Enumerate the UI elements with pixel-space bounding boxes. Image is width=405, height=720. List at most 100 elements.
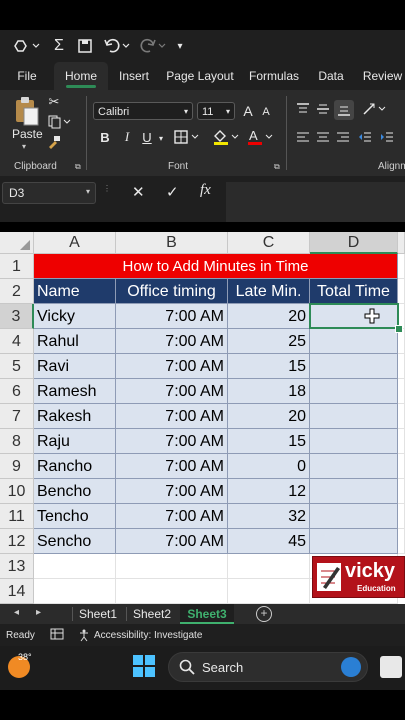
cell-b10[interactable]: 7:00 AM	[116, 479, 228, 504]
tab-data[interactable]: Data	[312, 62, 350, 90]
cell-e9[interactable]	[398, 454, 405, 479]
cell-d3[interactable]	[310, 304, 398, 329]
row-header-9[interactable]: 9	[0, 454, 34, 479]
row-header-7[interactable]: 7	[0, 404, 34, 429]
cell-a7[interactable]: Rakesh	[34, 404, 116, 429]
cell-a14[interactable]	[34, 579, 116, 604]
tab-file[interactable]: File	[8, 62, 46, 90]
undo-icon[interactable]	[102, 36, 132, 56]
cell-b8[interactable]: 7:00 AM	[116, 429, 228, 454]
cell-c11[interactable]: 32	[228, 504, 310, 529]
customize-icon[interactable]: ▾	[174, 36, 186, 56]
cell-b11[interactable]: 7:00 AM	[116, 504, 228, 529]
cell-b12[interactable]: 7:00 AM	[116, 529, 228, 554]
underline-button[interactable]: U	[139, 128, 155, 146]
column-header-b[interactable]: B	[116, 232, 228, 254]
align-right-icon[interactable]	[334, 128, 352, 146]
chevron-down-icon[interactable]: ▾	[156, 130, 166, 146]
grow-font-icon[interactable]: A	[240, 102, 256, 120]
row-header-6[interactable]: 6	[0, 379, 34, 404]
scroll-left-icon[interactable]: ◂	[14, 607, 19, 618]
cell-d12[interactable]	[310, 529, 398, 554]
italic-button[interactable]: I	[119, 128, 135, 146]
row-header-10[interactable]: 10	[0, 479, 34, 504]
cell-b6[interactable]: 7:00 AM	[116, 379, 228, 404]
orientation-icon[interactable]	[362, 100, 388, 118]
font-launcher-icon[interactable]: ⧉	[274, 162, 280, 172]
save-icon[interactable]	[76, 36, 94, 56]
formula-input[interactable]	[226, 182, 405, 222]
row-header-11[interactable]: 11	[0, 504, 34, 529]
header-cell-d[interactable]: Total Time	[310, 279, 398, 304]
paste-dropdown-icon[interactable]: ▾	[22, 142, 26, 151]
cell-b5[interactable]: 7:00 AM	[116, 354, 228, 379]
cell-d11[interactable]	[310, 504, 398, 529]
cell-a12[interactable]: Sencho	[34, 529, 116, 554]
cell-c4[interactable]: 25	[228, 329, 310, 354]
cell-b4[interactable]: 7:00 AM	[116, 329, 228, 354]
scroll-right-icon[interactable]: ▸	[36, 607, 41, 618]
cell-e5[interactable]	[398, 354, 405, 379]
align-middle-icon[interactable]	[314, 100, 332, 118]
cell-a10[interactable]: Bencho	[34, 479, 116, 504]
cell-a8[interactable]: Raju	[34, 429, 116, 454]
windows-start-icon[interactable]	[133, 655, 155, 677]
accessibility-icon[interactable]	[78, 628, 92, 645]
insert-function-icon[interactable]: fx	[200, 182, 211, 199]
copy-icon[interactable]	[46, 114, 72, 130]
clipboard-launcher-icon[interactable]: ⧉	[75, 162, 81, 172]
cell-b14[interactable]	[116, 579, 228, 604]
cell-a5[interactable]: Ravi	[34, 354, 116, 379]
decrease-indent-icon[interactable]	[356, 128, 374, 146]
row-header-4[interactable]: 4	[0, 329, 34, 354]
bold-button[interactable]: B	[97, 128, 113, 146]
add-sheet-icon[interactable]: +	[256, 606, 272, 622]
cell-c10[interactable]: 12	[228, 479, 310, 504]
tab-insert[interactable]: Insert	[112, 62, 156, 90]
align-bottom-icon[interactable]	[334, 100, 354, 120]
accessibility-status[interactable]: Accessibility: Investigate	[94, 630, 202, 641]
fill-handle[interactable]	[395, 325, 403, 333]
sheet-tab-sheet2[interactable]: Sheet2	[128, 604, 176, 624]
taskbar-search-box[interactable]: Search	[168, 652, 368, 682]
cell-c13[interactable]	[228, 554, 310, 579]
cell-b3[interactable]: 7:00 AM	[116, 304, 228, 329]
cell-a6[interactable]: Ramesh	[34, 379, 116, 404]
cell-d7[interactable]	[310, 404, 398, 429]
sum-icon[interactable]: Σ	[50, 36, 68, 56]
cell-e6[interactable]	[398, 379, 405, 404]
header-cell-c[interactable]: Late Min.	[228, 279, 310, 304]
font-color-icon[interactable]: A	[246, 128, 274, 146]
cell-d9[interactable]	[310, 454, 398, 479]
fill-color-icon[interactable]	[212, 128, 240, 146]
cancel-icon[interactable]: ✕	[132, 183, 145, 201]
column-header-c[interactable]: C	[228, 232, 310, 254]
cell-d5[interactable]	[310, 354, 398, 379]
cell-a4[interactable]: Rahul	[34, 329, 116, 354]
align-left-icon[interactable]	[294, 128, 312, 146]
redo-icon[interactable]	[138, 36, 168, 56]
column-header-d[interactable]: D	[310, 232, 398, 254]
cell-a9[interactable]: Rancho	[34, 454, 116, 479]
cell-b7[interactable]: 7:00 AM	[116, 404, 228, 429]
task-view-icon[interactable]	[380, 656, 402, 678]
tab-page-layout[interactable]: Page Layout	[164, 62, 236, 90]
row-header-8[interactable]: 8	[0, 429, 34, 454]
row-header-1[interactable]: 1	[0, 254, 34, 279]
cell-e8[interactable]	[398, 429, 405, 454]
autosave-icon[interactable]	[12, 36, 42, 56]
cell-c7[interactable]: 20	[228, 404, 310, 429]
row-header-14[interactable]: 14	[0, 579, 34, 604]
cell-c9[interactable]: 0	[228, 454, 310, 479]
header-cell-b[interactable]: Office timing	[116, 279, 228, 304]
increase-indent-icon[interactable]	[378, 128, 396, 146]
cell-d6[interactable]	[310, 379, 398, 404]
cell-a13[interactable]	[34, 554, 116, 579]
sheet-tab-sheet1[interactable]: Sheet1	[74, 604, 122, 624]
cell-c12[interactable]: 45	[228, 529, 310, 554]
cell-c6[interactable]: 18	[228, 379, 310, 404]
font-name-dropdown[interactable]: Calibri ▾	[93, 102, 193, 120]
align-center-icon[interactable]	[314, 128, 332, 146]
column-header-a[interactable]: A	[34, 232, 116, 254]
row-header-12[interactable]: 12	[0, 529, 34, 554]
